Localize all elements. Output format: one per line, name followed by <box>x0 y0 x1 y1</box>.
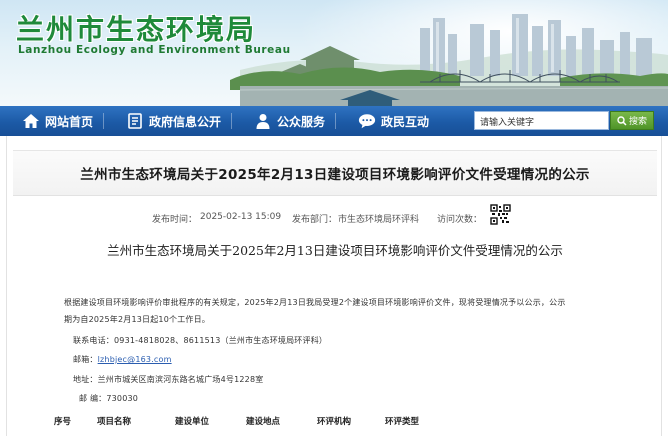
home-icon <box>22 112 40 130</box>
phone-value: 0931-4818028、8611513（兰州市生态环境局环评科） <box>114 336 328 345</box>
chat-bubble-icon <box>358 112 376 130</box>
search-button-label: 搜索 <box>628 117 647 127</box>
article-meta: 发布时间： 2025-02-13 15:09 发布部门： 市生态环境局环评科 访… <box>7 212 663 226</box>
publish-time: 2025-02-13 15:09 <box>200 212 282 222</box>
nav-item-public-service[interactable]: 公众服务 <box>232 106 335 136</box>
qr-code-icon[interactable] <box>490 204 511 225</box>
table-header-index: 序号 <box>54 417 72 427</box>
email-label: 邮箱： <box>73 355 98 364</box>
document-title: 兰州市生态环境局关于2025年2月13日建设项目环境影响评价文件受理情况的公示 <box>107 243 563 258</box>
department-label: 发布部门： <box>292 215 338 225</box>
nav-item-label: 政民互动 <box>381 114 430 129</box>
address-value: 兰州市城关区南滨河东路名城广场4号1228室 <box>97 375 264 384</box>
table-header-eia-type: 环评类型 <box>385 417 420 427</box>
contact-address: 地址：兰州市城关区南滨河东路名城广场4号1228室 <box>73 374 263 385</box>
contact-email: 邮箱：lzhbjec@163.com <box>73 354 172 365</box>
search-input[interactable]: 请输入关键字 <box>474 111 609 130</box>
body-paragraph-line-2: 期为自2025年2月13日起10个工作日。 <box>64 315 211 324</box>
phone-label: 联系电话： <box>73 336 114 345</box>
body-paragraph-line-1: 根据建设项目环境影响评价审批程序的有关规定，2025年2月13日我局受理2个建设… <box>64 298 566 307</box>
contact-postcode: 邮 编：730030 <box>79 393 138 404</box>
views-label: 访问次数： <box>437 215 483 225</box>
nav-item-home[interactable]: 网站首页 <box>0 106 103 136</box>
article-container: 兰州市生态环境局关于2025年2月13日建设项目环境影响评价文件受理情况的公示 … <box>6 136 662 436</box>
table-header-builder: 建设单位 <box>175 417 210 427</box>
article-title-bar: 兰州市生态环境局关于2025年2月13日建设项目环境影响评价文件受理情况的公示 <box>13 150 657 196</box>
nav-item-interaction[interactable]: 政民互动 <box>336 106 439 136</box>
table-header-project-name: 项目名称 <box>97 417 132 427</box>
publish-time-label: 发布时间： <box>152 215 198 225</box>
department: 市生态环境局环评科 <box>338 215 420 225</box>
main-navigation: 网站首页 政府信息公开 公众服务 政民互动 请输入关键字 搜索 <box>0 106 668 136</box>
table-header-eia-agency: 环评机构 <box>317 417 352 427</box>
site-title: 兰州市生态环境局 <box>16 13 257 46</box>
nav-item-label: 政府信息公开 <box>149 114 222 129</box>
nav-item-label: 公众服务 <box>277 114 326 129</box>
address-label: 地址： <box>73 375 98 384</box>
table-header-location: 建设地点 <box>246 417 281 427</box>
email-link[interactable]: lzhbjec@163.com <box>98 355 172 364</box>
site-subtitle: Lanzhou Ecology and Environment Bureau <box>18 44 291 56</box>
document-icon <box>126 112 144 130</box>
postcode-value: 730030 <box>106 394 139 403</box>
postcode-label: 邮 编： <box>79 394 107 403</box>
page-title: 兰州市生态环境局关于2025年2月13日建设项目环境影响评价文件受理情况的公示 <box>80 167 590 183</box>
nav-item-gov-info[interactable]: 政府信息公开 <box>104 106 231 136</box>
nav-item-label: 网站首页 <box>45 114 94 129</box>
search-button[interactable]: 搜索 <box>610 111 654 130</box>
person-icon <box>254 112 272 130</box>
search-icon <box>617 115 627 126</box>
contact-phone: 联系电话：0931-4818028、8611513（兰州市生态环境局环评科） <box>73 335 327 346</box>
site-banner: 兰州市生态环境局 Lanzhou Ecology and Environment… <box>0 0 668 106</box>
